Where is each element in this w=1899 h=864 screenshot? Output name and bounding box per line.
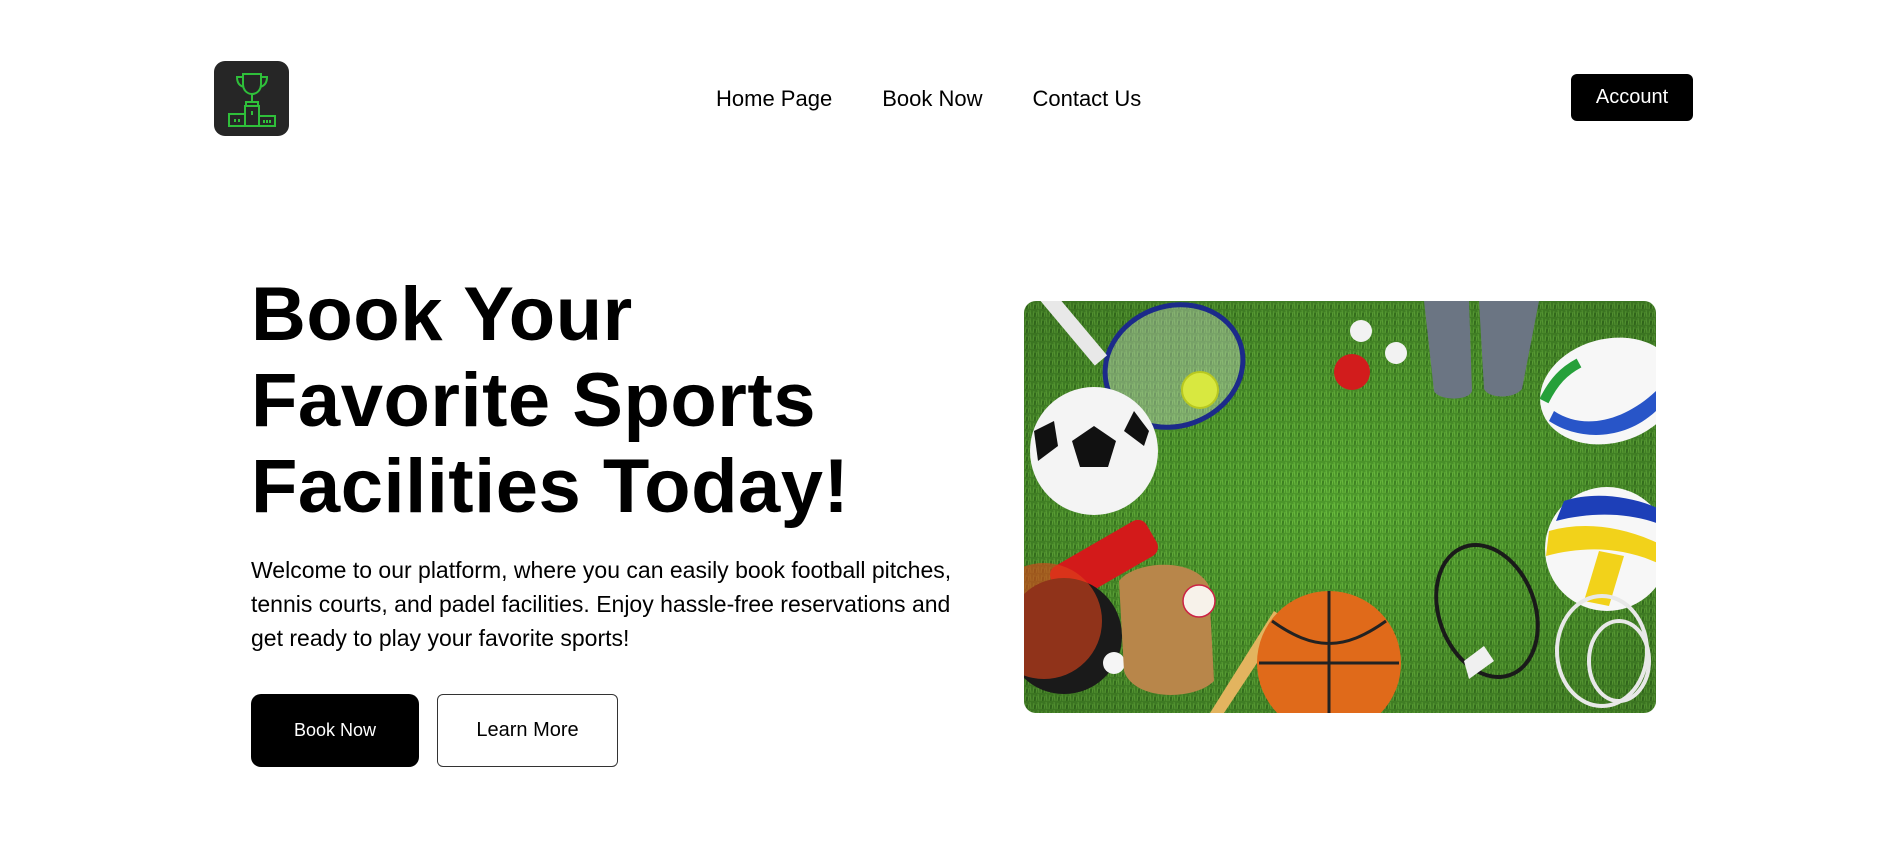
hero-title: Book Your Favorite Sports Facilities Tod… bbox=[251, 272, 850, 529]
sports-equipment-image bbox=[1024, 301, 1656, 713]
learn-more-button[interactable]: Learn More bbox=[437, 694, 618, 767]
book-now-button[interactable]: Book Now bbox=[251, 694, 419, 767]
nav-book-now[interactable]: Book Now bbox=[882, 84, 982, 114]
trophy-podium-icon bbox=[227, 72, 276, 127]
hero-description: Welcome to our platform, where you can e… bbox=[251, 557, 952, 651]
account-button[interactable]: Account bbox=[1571, 74, 1693, 121]
landing-page: Home Page Book Now Contact Us Account Bo… bbox=[0, 0, 1899, 864]
nav-home-page[interactable]: Home Page bbox=[716, 84, 832, 114]
nav-contact-us[interactable]: Contact Us bbox=[1032, 84, 1141, 114]
logo[interactable] bbox=[214, 61, 289, 136]
